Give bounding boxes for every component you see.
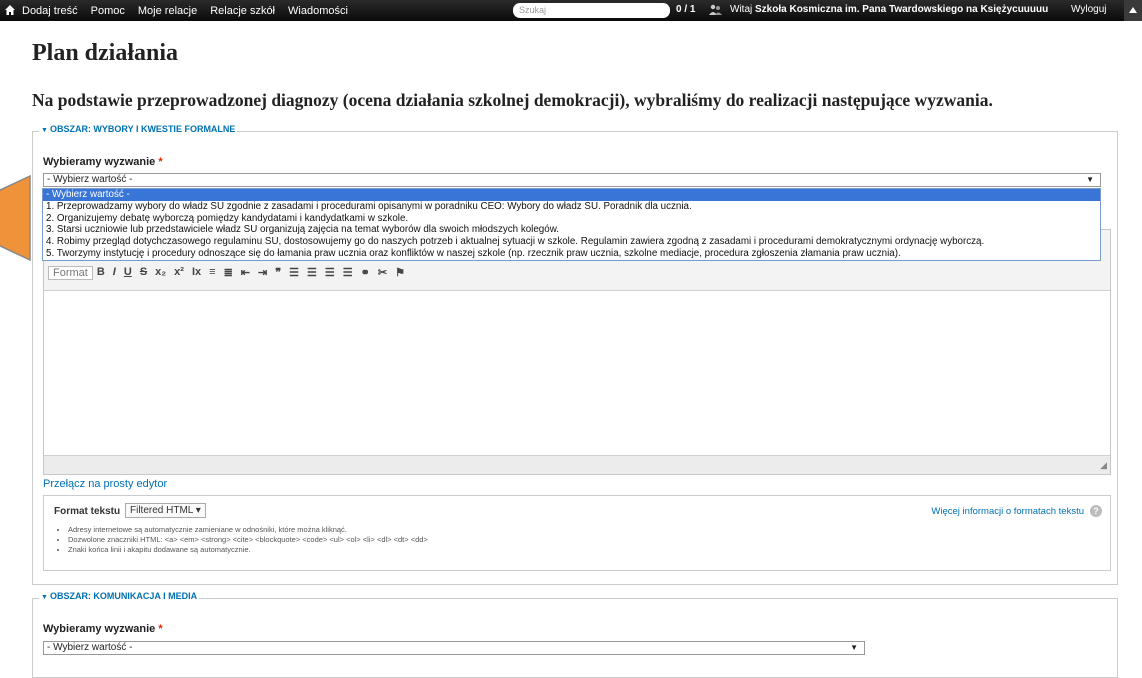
challenge-select[interactable]: - Wybierz wartość - ▼ [43,641,865,655]
nav-add-content[interactable]: Dodaj treść [22,5,78,17]
subscript-icon[interactable]: x₂ [151,266,170,280]
challenge-options-list: - Wybierz wartość - 1. Przeprowadzamy wy… [42,188,1101,261]
anchor-icon[interactable]: ⚑ [391,266,409,280]
link-icon[interactable]: ⚭ [357,266,374,280]
bulleted-list-icon[interactable]: ≣ [220,266,237,280]
welcome-prefix: Witaj [730,4,753,15]
option-item[interactable]: 3. Starsi uczniowie lub przedstawiciele … [43,224,1100,236]
nav-messages[interactable]: Wiadomości [288,5,348,17]
italic-icon[interactable]: I [109,266,120,280]
unlink-icon[interactable]: ✂ [374,266,391,280]
format-info-link[interactable]: Więcej informacji o formatach tekstu [931,506,1084,517]
area-legend-toggle[interactable]: ▼ OBSZAR: KOMUNIKACJA I MEDIA [39,591,200,601]
editor-buttons: Format B I U S x₂ x² Ix ≡ ≣ ⇤ ⇥ ❞ ☰ ☰ ☰ … [48,266,409,280]
home-icon[interactable] [4,3,16,17]
challenge-select[interactable]: - Wybierz wartość - ▼ [43,173,1101,187]
format-dropdown[interactable]: Format [48,266,93,280]
area-communication: ▼ OBSZAR: KOMUNIKACJA I MEDIA Wybieramy w… [32,591,1118,678]
help-icon[interactable]: ? [1090,505,1102,517]
area-legend-label: OBSZAR: KOMUNIKACJA I MEDIA [49,591,198,601]
strikethrough-icon[interactable]: S [136,266,151,280]
format-tip: Adresy internetowe są automatycznie zami… [68,525,428,535]
page-title: Plan działania [32,40,179,66]
chevron-down-icon: ▼ [850,643,858,652]
bold-icon[interactable]: B [93,266,109,280]
toolbar-toggle[interactable] [1124,0,1142,21]
arrow-up-icon [1129,7,1137,13]
align-right-icon[interactable]: ☰ [321,266,339,280]
toolbar-nav: Dodaj treść Pomoc Moje relacje Relacje s… [22,0,361,21]
required-mark: * [158,623,163,635]
option-item[interactable]: - Wybierz wartość - [43,189,1100,201]
area-legend-label: OBSZAR: WYBORY I KWESTIE FORMALNE [49,124,236,134]
format-tips: Adresy internetowe są automatycznie zami… [54,525,428,555]
challenge-label: Wybieramy wyzwanie * [43,156,163,168]
option-item[interactable]: 1. Przeprowadzamy wybory do władz SU zgo… [43,201,1100,213]
users-icon[interactable] [709,4,722,16]
underline-icon[interactable]: U [120,266,136,280]
challenge-select-value: - Wybierz wartość - [47,642,133,653]
challenge-label-text: Wybieramy wyzwanie [43,623,156,635]
challenge-select-value: - Wybierz wartość - [47,174,133,185]
chevron-down-icon: ▼ [1086,175,1094,184]
admin-toolbar: Dodaj treść Pomoc Moje relacje Relacje s… [0,0,1142,21]
format-tip: Znaki końca linii i akapitu dodawane są … [68,545,428,555]
logout-link[interactable]: Wyloguj [1071,4,1106,15]
format-select-value: Filtered HTML [130,505,193,516]
outdent-icon[interactable]: ⇤ [237,266,254,280]
challenge-label-text: Wybieramy wyzwanie [43,156,156,168]
numbered-list-icon[interactable]: ≡ [205,266,219,280]
option-item[interactable]: 5. Tworzymy instytucję i procedury odnos… [43,248,1100,260]
format-select[interactable]: Filtered HTML ▾ [125,503,206,518]
nav-my-reports[interactable]: Moje relacje [138,5,197,17]
nav-help[interactable]: Pomoc [91,5,125,17]
callout-arrow-icon [0,174,31,262]
caret-down-icon: ▼ [41,594,48,601]
area-legend-toggle[interactable]: ▼ OBSZAR: WYBORY I KWESTIE FORMALNE [39,124,238,134]
remove-format-icon[interactable]: Ix [188,266,205,280]
caret-down-icon: ▼ [41,127,48,134]
switch-editor-link[interactable]: Przełącz na prosty edytor [43,478,167,490]
format-label: Format tekstu [54,506,121,517]
resize-grip-icon[interactable]: ◢ [1100,460,1107,471]
nav-school-reports[interactable]: Relacje szkół [210,5,275,17]
blockquote-icon[interactable]: ❞ [271,266,285,280]
welcome-text: Witaj Szkoła Kosmiczna im. Pana Twardows… [730,4,1048,15]
user-counter: 0 / 1 [676,4,696,15]
search-input[interactable]: Szukaj [513,3,670,18]
option-item[interactable]: 2. Organizujemy debatę wyborczą pomiędzy… [43,213,1100,225]
superscript-icon[interactable]: x² [170,266,188,280]
challenge-label: Wybieramy wyzwanie * [43,623,163,635]
indent-icon[interactable]: ⇥ [254,266,271,280]
format-tip: Dozwolone znaczniki HTML: <a> <em> <stro… [68,535,428,545]
user-name-link[interactable]: Szkoła Kosmiczna im. Pana Twardowskiego … [755,4,1048,15]
rich-text-editor[interactable]: Format B I U S x₂ x² Ix ≡ ≣ ⇤ ⇥ ❞ ☰ ☰ ☰ … [43,229,1111,475]
align-center-icon[interactable]: ☰ [303,266,321,280]
justify-icon[interactable]: ☰ [339,266,357,280]
align-left-icon[interactable]: ☰ [285,266,303,280]
option-item[interactable]: 4. Robimy przegląd dotychczasowego regul… [43,236,1100,248]
required-mark: * [158,156,163,168]
page-subtitle: Na podstawie przeprowadzonej diagnozy (o… [32,90,993,110]
editor-statusbar: ◢ [44,455,1110,474]
text-format-box: Format tekstu Filtered HTML ▾ Więcej inf… [43,495,1111,571]
